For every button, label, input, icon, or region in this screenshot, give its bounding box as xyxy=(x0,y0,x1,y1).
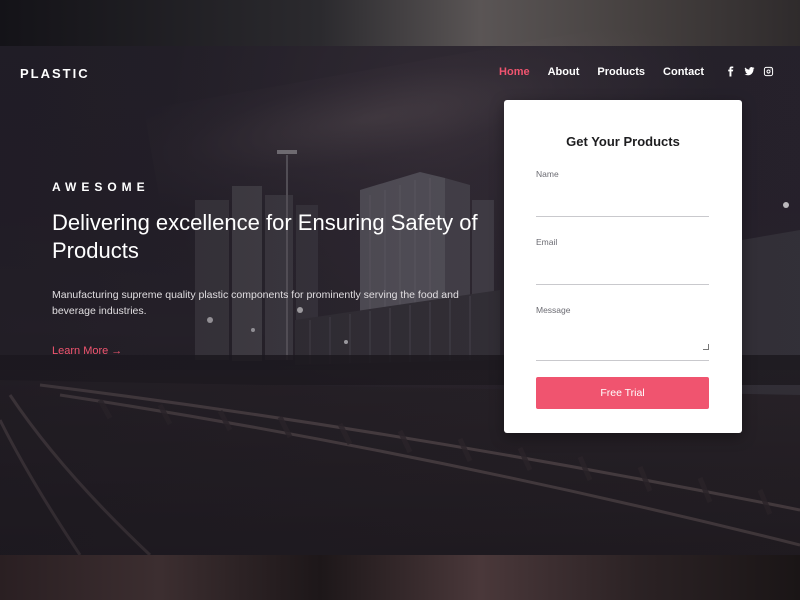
product-request-form: Get Your Products Name Email Message Fre… xyxy=(504,100,742,433)
nav-item-products[interactable]: Products xyxy=(597,66,645,78)
instagram-icon[interactable] xyxy=(763,66,774,77)
nav-item-contact[interactable]: Contact xyxy=(663,66,704,78)
message-label: Message xyxy=(536,305,571,315)
brand-logo[interactable]: PLASTIC xyxy=(20,66,90,81)
nav-item-about[interactable]: About xyxy=(548,66,580,78)
next-section-image-strip xyxy=(0,555,800,600)
social-links xyxy=(725,66,774,77)
name-input[interactable] xyxy=(536,179,709,217)
learn-more-link[interactable]: Learn More → xyxy=(52,345,122,357)
message-textarea[interactable] xyxy=(536,315,709,361)
main-nav: Home About Products Contact xyxy=(499,66,704,78)
form-title: Get Your Products xyxy=(566,134,680,149)
email-label: Email xyxy=(536,237,558,247)
twitter-icon[interactable] xyxy=(744,66,755,77)
textarea-resize-handle[interactable] xyxy=(703,344,709,350)
hero-description: Manufacturing supreme quality plastic co… xyxy=(52,289,459,317)
hero-headline: Delivering excellence for Ensuring Safet… xyxy=(52,210,478,263)
hero-eyebrow: AWESOME xyxy=(52,180,150,194)
arrow-right-icon: → xyxy=(111,345,123,357)
email-input[interactable] xyxy=(536,247,709,285)
learn-more-label: Learn More xyxy=(52,345,109,357)
message-field-group: Message xyxy=(536,305,710,361)
facebook-icon[interactable] xyxy=(725,66,736,77)
name-label: Name xyxy=(536,169,559,179)
nav-item-home[interactable]: Home xyxy=(499,66,530,78)
name-field-group: Name xyxy=(536,169,710,217)
free-trial-button[interactable]: Free Trial xyxy=(536,377,709,409)
hero-section: AWESOME Delivering excellence for Ensuri… xyxy=(52,180,482,359)
email-field-group: Email xyxy=(536,237,710,285)
